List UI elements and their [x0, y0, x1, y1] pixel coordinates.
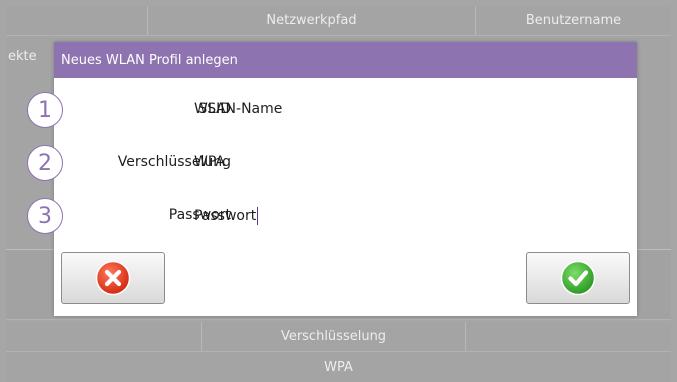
- encryption-select[interactable]: WPA: [194, 154, 225, 170]
- column-header-verschluesselung[interactable]: Verschlüsselung: [202, 322, 466, 351]
- text-caret: [257, 207, 259, 225]
- cancel-button[interactable]: [61, 252, 165, 304]
- step-badge-3: 3: [27, 198, 63, 234]
- column-header-benutzername[interactable]: Benutzername: [476, 6, 671, 35]
- table-header-cell: [6, 6, 148, 35]
- table-header-row: Netzwerkpfad Benutzername: [6, 6, 671, 36]
- dialog-title-bar: Neues WLAN Profil anlegen: [54, 42, 637, 78]
- password-value: Passwort: [194, 208, 257, 224]
- green-check-icon: [560, 260, 596, 296]
- side-tab-label[interactable]: ekte: [6, 36, 46, 76]
- dialog-title: Neues WLAN Profil anlegen: [61, 52, 238, 68]
- ssid-input[interactable]: WLAN-Name: [194, 101, 282, 117]
- column-header-netzwerkpfad[interactable]: Netzwerkpfad: [148, 6, 476, 35]
- ok-button[interactable]: [526, 252, 630, 304]
- new-wlan-profile-dialog: Neues WLAN Profil anlegen 1 SSID WLAN-Na…: [27, 42, 637, 316]
- table-header-row-2: Verschlüsselung: [6, 322, 671, 352]
- table-row[interactable]: WPA: [6, 352, 671, 382]
- step-badge-1: 1: [27, 92, 63, 128]
- step-badge-2: 2: [27, 145, 63, 181]
- table-cell-wpa: WPA: [324, 359, 353, 375]
- table-header-cell: [6, 322, 202, 351]
- password-input[interactable]: Passwort: [194, 207, 259, 225]
- table-header-cell: [466, 322, 671, 351]
- red-x-icon: [95, 260, 131, 296]
